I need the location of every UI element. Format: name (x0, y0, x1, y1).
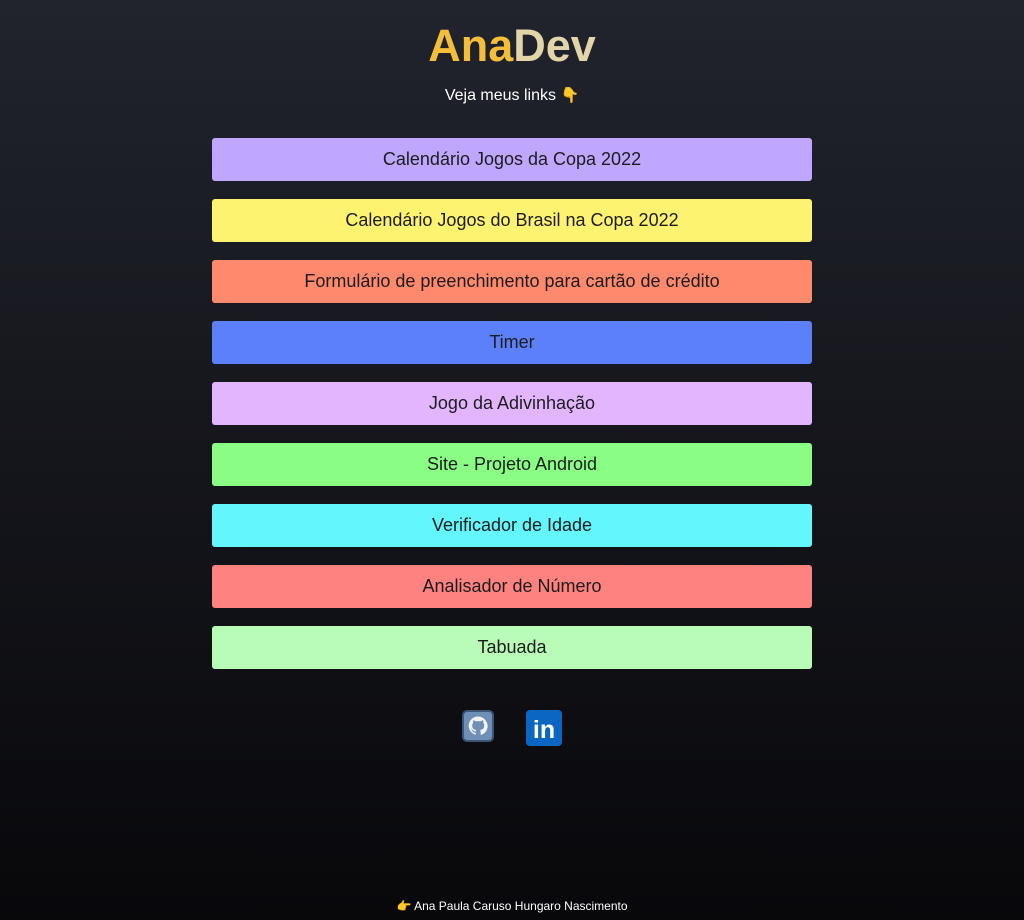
subtitle-text: Veja meus links (444, 87, 557, 104)
linkedin-letters: in (533, 716, 555, 744)
subtitle: Veja meus links 👇 (0, 86, 1024, 106)
pointing-down-icon: 👇 (560, 87, 580, 104)
footer-author: Ana Paula Caruso Hungaro Nascimento (414, 899, 628, 913)
link-timer[interactable]: Timer (212, 321, 812, 364)
link-verificador-idade[interactable]: Verificador de Idade (212, 504, 812, 547)
links-list: Calendário Jogos da Copa 2022 Calendário… (212, 138, 812, 669)
footer: 👉 Ana Paula Caruso Hungaro Nascimento (0, 898, 1024, 914)
brand-second: Dev (513, 20, 596, 71)
link-calendario-brasil[interactable]: Calendário Jogos do Brasil na Copa 2022 (212, 199, 812, 242)
social-links: in (0, 710, 1024, 751)
link-analisador-numero[interactable]: Analisador de Número (212, 565, 812, 608)
link-tabuada[interactable]: Tabuada (212, 626, 812, 669)
linkedin-link[interactable]: in (526, 710, 562, 751)
link-jogo-adivinhacao[interactable]: Jogo da Adivinhação (212, 382, 812, 425)
brand-first: Ana (428, 20, 514, 71)
linkedin-icon: in (526, 710, 562, 746)
link-formulario-cartao[interactable]: Formulário de preenchimento para cartão … (212, 260, 812, 303)
github-icon (462, 710, 494, 742)
link-projeto-android[interactable]: Site - Projeto Android (212, 443, 812, 486)
github-link[interactable] (462, 710, 494, 751)
pointing-right-icon: 👉 (396, 899, 412, 913)
link-calendario-copa[interactable]: Calendário Jogos da Copa 2022 (212, 138, 812, 181)
brand-title: AnaDev (0, 20, 1024, 72)
